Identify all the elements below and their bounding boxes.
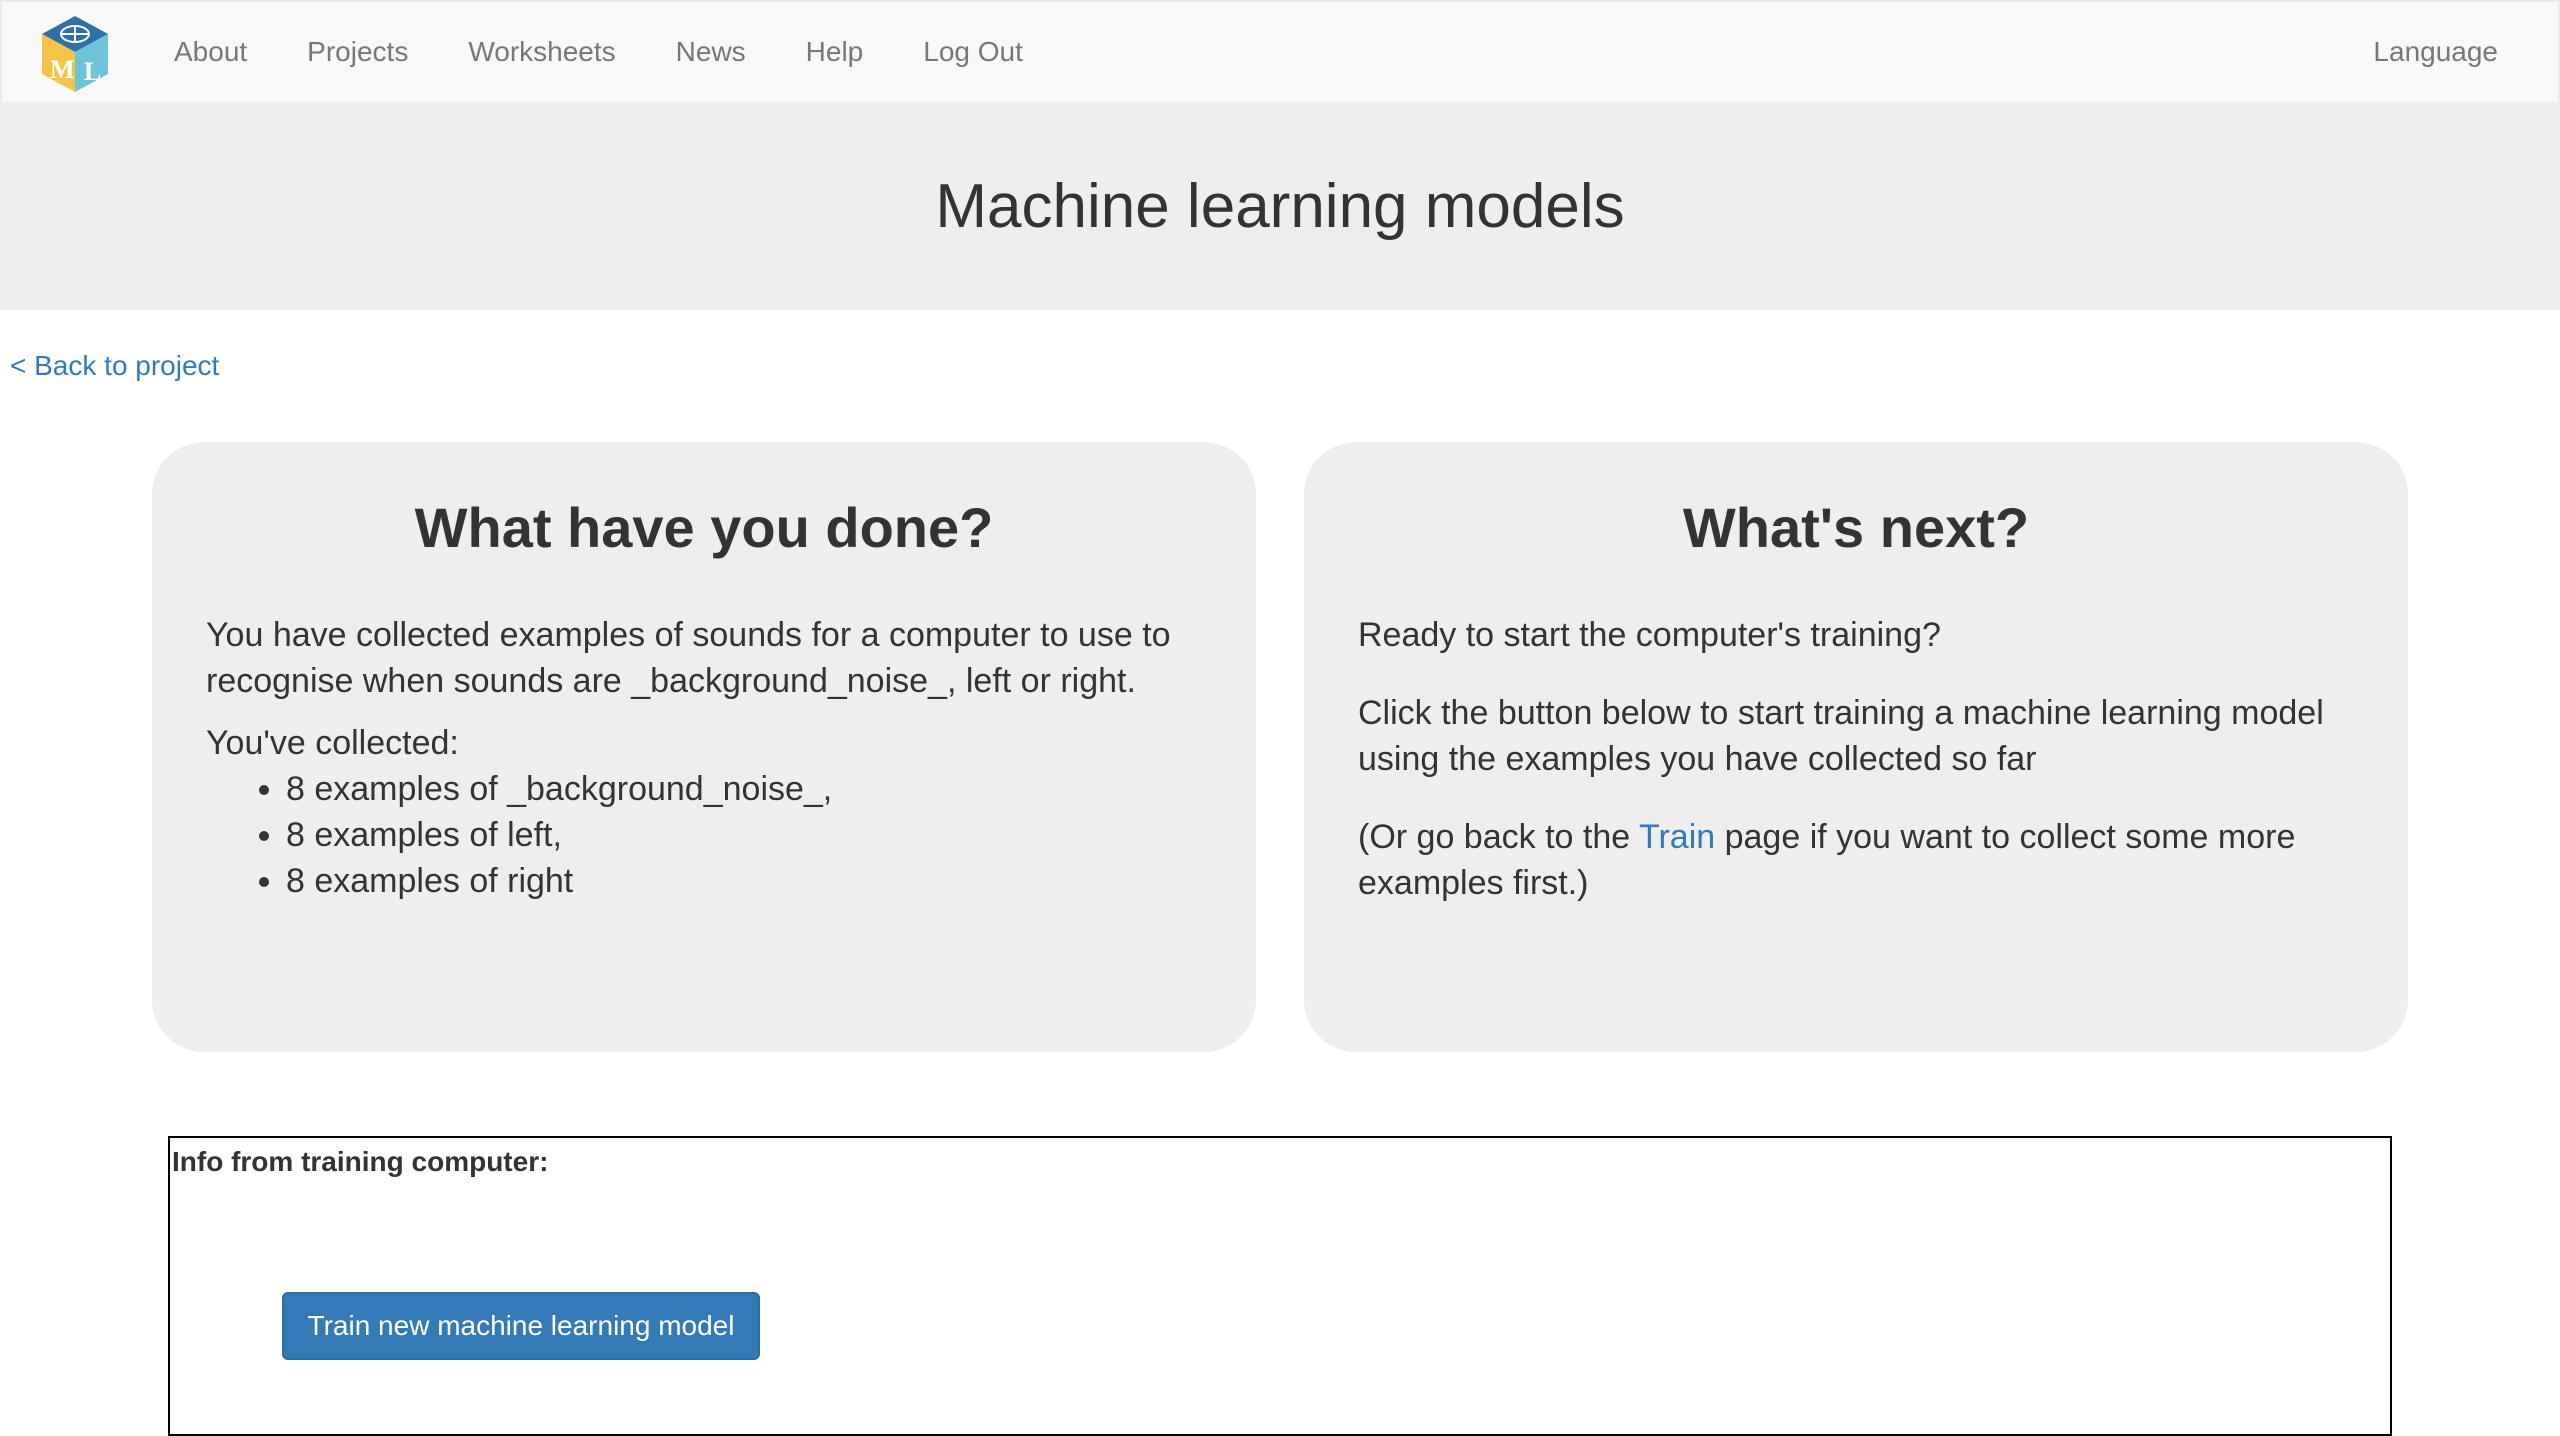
nav-help[interactable]: Help xyxy=(776,36,894,68)
language-menu[interactable]: Language xyxy=(2343,36,2528,68)
collection-description: You have collected examples of sounds fo… xyxy=(206,616,1171,700)
page-title: Machine learning models xyxy=(935,171,1625,241)
collected-list: 8 examples of _background_noise_, 8 exam… xyxy=(206,766,1202,904)
go-back-before: (Or go back to the xyxy=(1358,818,1639,856)
training-info-label: Info from training computer: xyxy=(172,1146,549,1177)
ready-text: Ready to start the computer's training? xyxy=(1358,616,1941,654)
back-to-project-link[interactable]: < Back to project xyxy=(10,350,219,382)
collected-label: You've collected: xyxy=(206,724,459,762)
ml-logo-icon[interactable]: M L xyxy=(38,14,112,94)
training-info-box: Info from training computer: Train new m… xyxy=(168,1136,2392,1436)
page-header: Machine learning models xyxy=(0,102,2560,310)
nav-worksheets[interactable]: Worksheets xyxy=(438,36,645,68)
left-panel-heading: What have you done? xyxy=(414,496,994,559)
train-instruction: Click the button below to start training… xyxy=(1358,694,2324,778)
nav-news[interactable]: News xyxy=(646,36,776,68)
train-model-button[interactable]: Train new machine learning model xyxy=(282,1292,760,1360)
list-item: 8 examples of right xyxy=(286,858,1202,904)
right-panel-heading: What's next? xyxy=(1682,496,2030,559)
list-item: 8 examples of _background_noise_, xyxy=(286,766,1202,812)
whats-next-panel: What's next? Ready to start the computer… xyxy=(1304,442,2408,1052)
train-page-link[interactable]: Train xyxy=(1639,818,1715,856)
go-back-text: (Or go back to the Train page if you wan… xyxy=(1358,814,2354,906)
nav-about[interactable]: About xyxy=(144,36,277,68)
svg-text:L: L xyxy=(84,57,101,86)
nav-projects[interactable]: Projects xyxy=(277,36,438,68)
navbar: M L About Projects Worksheets News Help … xyxy=(0,0,2560,104)
list-item: 8 examples of left, xyxy=(286,812,1202,858)
nav-right: Language xyxy=(2343,2,2528,102)
what-have-you-done-panel: What have you done? You have collected e… xyxy=(152,442,1256,1052)
svg-text:M: M xyxy=(50,55,75,84)
nav-logout[interactable]: Log Out xyxy=(893,36,1053,68)
nav-links: About Projects Worksheets News Help Log … xyxy=(144,2,1053,102)
